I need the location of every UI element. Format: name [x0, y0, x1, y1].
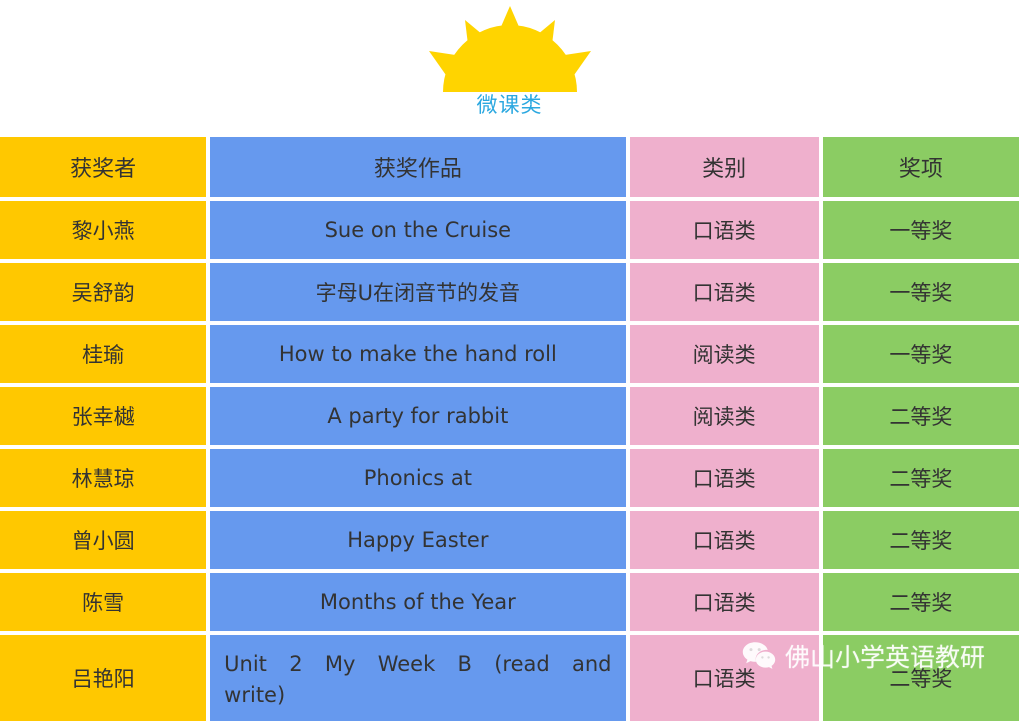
cell-category: 口语类	[629, 449, 819, 507]
cell-work: 字母U在闭音节的发音	[210, 263, 626, 321]
cell-name: 吴舒韵	[0, 263, 207, 321]
table-row: 陈雪 Months of the Year 口语类 二等奖	[0, 573, 1019, 631]
cell-award: 二等奖	[822, 387, 1019, 445]
awards-table: 获奖者 获奖作品 类别 奖项 黎小燕 Sue on the Cruise 口语类…	[0, 137, 1019, 721]
cell-work-line1: Unit 2 My Week B (read and	[224, 652, 612, 676]
cell-work: A party for rabbit	[210, 387, 626, 445]
cell-name: 张幸樾	[0, 387, 207, 445]
cell-award: 一等奖	[822, 325, 1019, 383]
cell-category: 口语类	[629, 635, 819, 721]
cell-award: 一等奖	[822, 263, 1019, 321]
section-title: 微课类	[476, 93, 543, 117]
column-header-name: 获奖者	[0, 137, 207, 197]
cell-award: 二等奖	[822, 511, 1019, 569]
sun-icon	[417, 6, 603, 92]
table-row: 张幸樾 A party for rabbit 阅读类 二等奖	[0, 387, 1019, 445]
cell-name: 林慧琼	[0, 449, 207, 507]
table-row: 林慧琼 Phonics at 口语类 二等奖	[0, 449, 1019, 507]
cell-work-line2: write)	[224, 683, 286, 707]
cell-work: Phonics at	[210, 449, 626, 507]
cell-work: Happy Easter	[210, 511, 626, 569]
table-row: 吕艳阳 Unit 2 My Week B (read and write) 口语…	[0, 635, 1019, 721]
cell-award: 二等奖	[822, 573, 1019, 631]
logo-block: 微课类	[0, 6, 1019, 120]
column-header-category: 类别	[629, 137, 819, 197]
cell-name: 曾小圆	[0, 511, 207, 569]
table-header-row: 获奖者 获奖作品 类别 奖项	[0, 137, 1019, 197]
table-row: 吴舒韵 字母U在闭音节的发音 口语类 一等奖	[0, 263, 1019, 321]
cell-work: How to make the hand roll	[210, 325, 626, 383]
table-row: 黎小燕 Sue on the Cruise 口语类 一等奖	[0, 201, 1019, 259]
cell-category: 阅读类	[629, 387, 819, 445]
cell-award: 二等奖	[822, 449, 1019, 507]
cell-category: 口语类	[629, 201, 819, 259]
cell-work: Months of the Year	[210, 573, 626, 631]
column-header-award: 奖项	[822, 137, 1019, 197]
cell-work: Sue on the Cruise	[210, 201, 626, 259]
cell-work: Unit 2 My Week B (read and write)	[210, 635, 626, 721]
cell-name: 桂瑜	[0, 325, 207, 383]
cell-award: 一等奖	[822, 201, 1019, 259]
cell-name: 吕艳阳	[0, 635, 207, 721]
table-row: 桂瑜 How to make the hand roll 阅读类 一等奖	[0, 325, 1019, 383]
cell-category: 阅读类	[629, 325, 819, 383]
column-header-work: 获奖作品	[210, 137, 626, 197]
cell-category: 口语类	[629, 573, 819, 631]
cell-category: 口语类	[629, 263, 819, 321]
cell-name: 黎小燕	[0, 201, 207, 259]
page-header: 微课类	[0, 0, 1019, 137]
cell-award: 二等奖	[822, 635, 1019, 721]
cell-category: 口语类	[629, 511, 819, 569]
table-row: 曾小圆 Happy Easter 口语类 二等奖	[0, 511, 1019, 569]
cell-name: 陈雪	[0, 573, 207, 631]
